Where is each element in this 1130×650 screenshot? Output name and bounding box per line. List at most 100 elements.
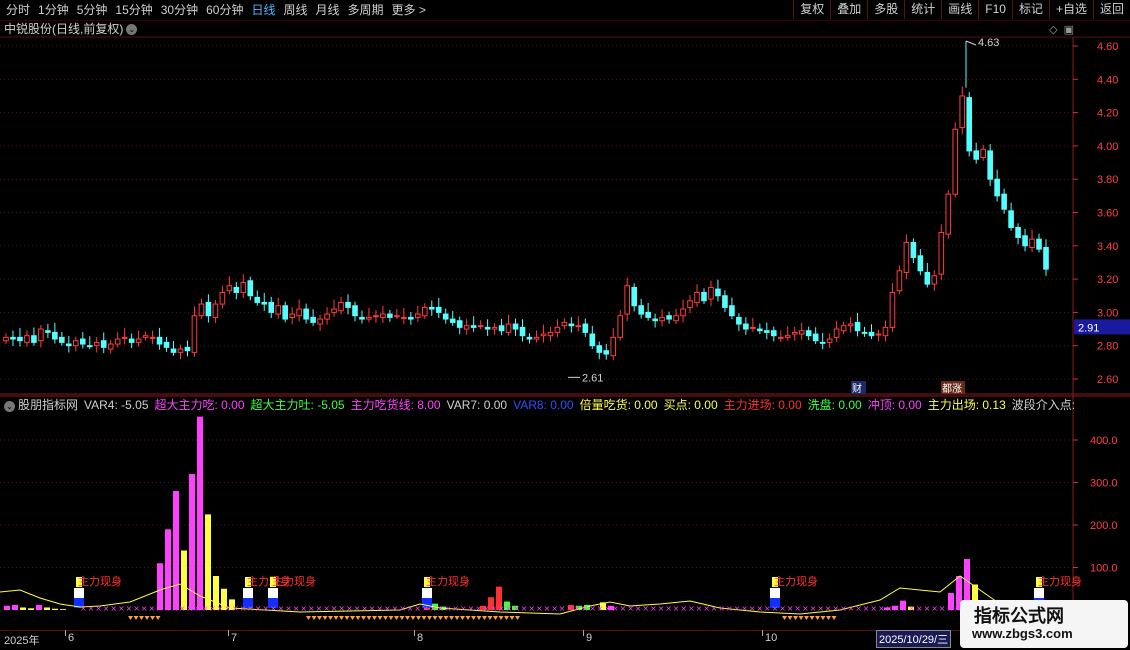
candle-body [736,316,742,325]
signal-marker-white [1034,588,1044,598]
month-label: 9 [586,632,593,644]
cross-marker: × [772,604,779,613]
cross-marker: × [673,604,680,613]
cross-marker: × [506,604,513,613]
cross-marker: × [658,604,665,613]
candle-body [903,241,910,273]
orange-marker [471,616,476,620]
indicator-values: ⌄ 股朋指标网 VAR4: -5.05 超大主力吃: 0.00 超大主力吐: -5.05… [4,398,1074,413]
cross-marker: × [825,604,832,613]
candle-body [331,308,337,313]
candle-body [938,231,945,275]
candle-body [477,325,484,328]
candle-body [247,280,254,297]
cross-marker: × [855,604,862,613]
indicator-bar [36,604,42,610]
candle-body [317,318,323,325]
orange-marker [443,616,449,620]
watermark-url: www.zbgs3.com [972,626,1073,641]
cross-marker: × [224,604,231,613]
indicator-bar [20,607,26,610]
orange-marker [432,616,438,620]
signal-label: 主力现身 [272,574,316,588]
price-tick-label: 4.60 [1097,41,1118,53]
cross-marker: × [863,604,870,613]
orange-marker [454,616,460,620]
signal-label: 主力现身 [426,574,470,588]
candle-body [156,336,163,345]
cross-marker: × [680,604,687,613]
cross-marker: × [840,604,847,613]
orange-marker [809,616,815,620]
indicator-value: 超大主力吃: 0.00 [154,398,245,412]
price-tick-label: 3.20 [1097,274,1118,286]
candle-body [687,300,693,308]
cross-marker: × [202,604,209,613]
orange-marker [372,616,377,620]
candle-body [505,323,512,333]
orange-marker [350,616,355,620]
candle-body [554,326,561,333]
cross-marker: × [528,604,535,613]
candle-body [722,295,728,308]
cross-marker: × [126,604,133,613]
cross-marker: × [80,604,87,613]
candle-body [680,308,686,317]
cross-marker: × [848,604,855,613]
candle-body [1036,238,1042,250]
candle-body [547,331,554,337]
cross-marker: × [346,604,353,613]
candle-body [324,313,330,320]
candle-body [170,348,177,353]
signal-label: 主力现身 [78,574,122,588]
indicator-name[interactable]: ⌄ 股朋指标网 [4,398,78,412]
cross-marker: × [536,604,543,613]
orange-marker [504,616,509,620]
orange-marker [410,616,416,620]
cross-marker: × [354,604,361,613]
cross-marker: × [916,604,923,613]
cross-marker: × [901,604,908,613]
indicator-bar [44,607,50,610]
candle-body [868,331,875,337]
orange-marker [482,616,487,620]
cross-marker: × [688,604,695,613]
ind-tick-label: 400.0 [1090,435,1118,447]
candle-body [226,285,233,292]
candle-body [617,315,624,338]
cross-marker: × [179,604,186,613]
candle-body [72,340,79,347]
cross-marker: × [278,604,285,613]
cross-marker: × [665,604,672,613]
cross-marker: × [924,604,931,613]
orange-marker [804,616,809,620]
indicator-bar [60,609,66,610]
cross-marker: × [521,604,528,613]
cross-marker: × [490,604,497,613]
cross-marker: × [95,604,102,613]
cross-marker: × [110,604,117,613]
cross-marker: × [445,604,452,613]
cross-marker: × [171,604,178,613]
indicator-value: 主力出场: 0.13 [927,398,1006,412]
cross-marker: × [384,604,391,613]
candle-body [791,331,798,335]
cross-marker: × [878,604,885,613]
month-label: 8 [417,632,424,644]
collapse-icon[interactable]: ⌄ [4,401,15,412]
candle-body [652,318,658,322]
candle-body [45,330,51,333]
candle-body [17,336,23,342]
candle-body [310,316,316,323]
cross-marker: × [582,604,589,613]
candle-body [959,95,966,129]
candle-body [575,325,582,328]
candle-body [456,320,463,328]
watermark-title: 指标公式网 [974,606,1064,626]
orange-marker [150,616,155,620]
candle-body [589,333,596,347]
candle-body [498,325,505,332]
cross-marker: × [414,604,421,613]
signal-marker-white [243,588,253,598]
cross-marker: × [574,604,581,613]
